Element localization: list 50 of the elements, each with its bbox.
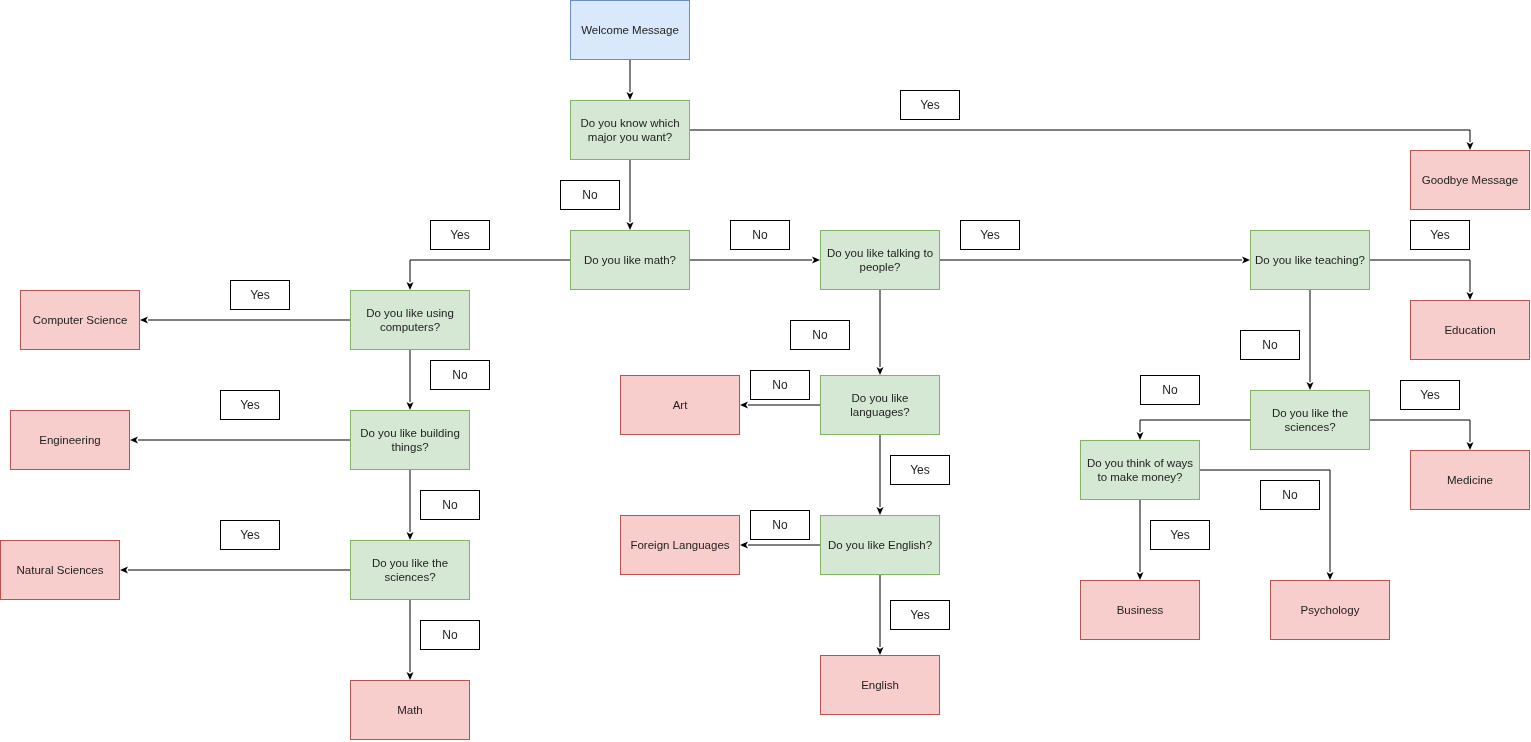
outcome-node: Psychology xyxy=(1270,580,1390,640)
edge-label: Yes xyxy=(1400,380,1460,410)
connector-arrow xyxy=(626,159,634,230)
decision-node: Do you like math? xyxy=(570,230,690,290)
edge-label: No xyxy=(750,510,810,540)
outcome-node: Math xyxy=(350,680,470,740)
start-node: Welcome Message xyxy=(570,0,690,60)
outcome-node: Computer Science xyxy=(20,290,140,350)
decision-node: Do you like English? xyxy=(820,515,940,575)
outcome-node: Foreign Languages xyxy=(620,515,740,575)
edge-label: No xyxy=(1140,375,1200,405)
edge-label: No xyxy=(1240,330,1300,360)
edge-label: Yes xyxy=(1150,520,1210,550)
connector-arrow xyxy=(626,59,634,100)
decision-node: Do you know which major you want? xyxy=(570,100,690,160)
outcome-node: Education xyxy=(1410,300,1530,360)
edge-label: Yes xyxy=(900,90,960,120)
edge-label: Yes xyxy=(430,220,490,250)
edge-label: No xyxy=(430,360,490,390)
decision-node: Do you like the sciences? xyxy=(1250,390,1370,450)
edge-label: Yes xyxy=(220,520,280,550)
decision-node: Do you think of ways to make money? xyxy=(1080,440,1200,500)
edge-label: No xyxy=(750,370,810,400)
edge-label: Yes xyxy=(1410,220,1470,250)
decision-node: Do you like building things? xyxy=(350,410,470,470)
outcome-node: Business xyxy=(1080,580,1200,640)
decision-node: Do you like languages? xyxy=(820,375,940,435)
outcome-node: Art xyxy=(620,375,740,435)
connector-arrow xyxy=(406,349,414,410)
outcome-node: Goodbye Message xyxy=(1410,150,1530,210)
edge-label: No xyxy=(1260,480,1320,510)
edge-label: Yes xyxy=(220,390,280,420)
decision-node: Do you like using computers? xyxy=(350,290,470,350)
edge-label: No xyxy=(730,220,790,250)
decision-node: Do you like teaching? xyxy=(1250,230,1370,290)
decision-node: Do you like talking to people? xyxy=(820,230,940,290)
edge-label: Yes xyxy=(960,220,1020,250)
outcome-node: Engineering xyxy=(10,410,130,470)
outcome-node: Natural Sciences xyxy=(0,540,120,600)
outcome-node: Medicine xyxy=(1410,450,1530,510)
edge-label: No xyxy=(420,620,480,650)
decision-node: Do you like the sciences? xyxy=(350,540,470,600)
edge-label: No xyxy=(560,180,620,210)
edge-label: Yes xyxy=(890,455,950,485)
edge-label: Yes xyxy=(890,600,950,630)
edge-label: No xyxy=(420,490,480,520)
outcome-node: English xyxy=(820,655,940,715)
edge-label: No xyxy=(790,320,850,350)
connector-arrow xyxy=(406,469,414,540)
edge-label: Yes xyxy=(230,280,290,310)
